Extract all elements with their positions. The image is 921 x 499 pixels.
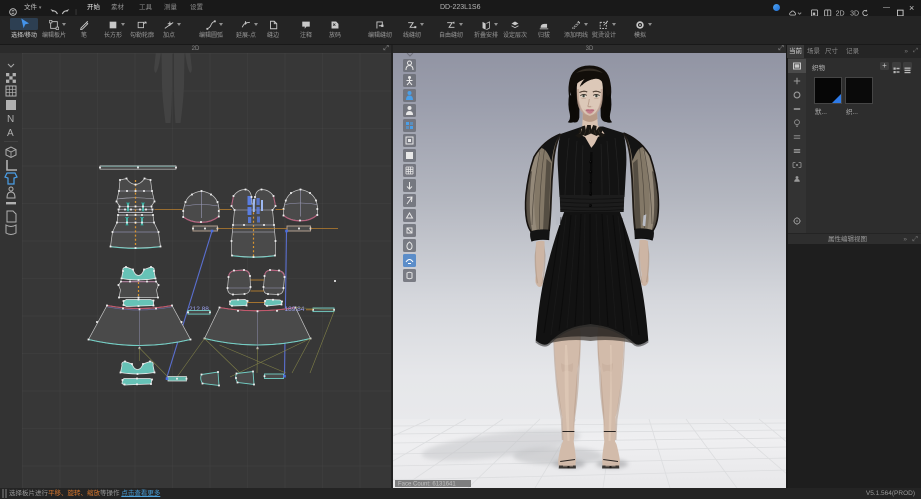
svg-text:A: A [7, 128, 14, 139]
svg-text:189.84: 189.84 [285, 306, 305, 313]
svg-text:Face Count: 6131641: Face Count: 6131641 [398, 482, 456, 488]
svg-text:N: N [7, 114, 14, 125]
